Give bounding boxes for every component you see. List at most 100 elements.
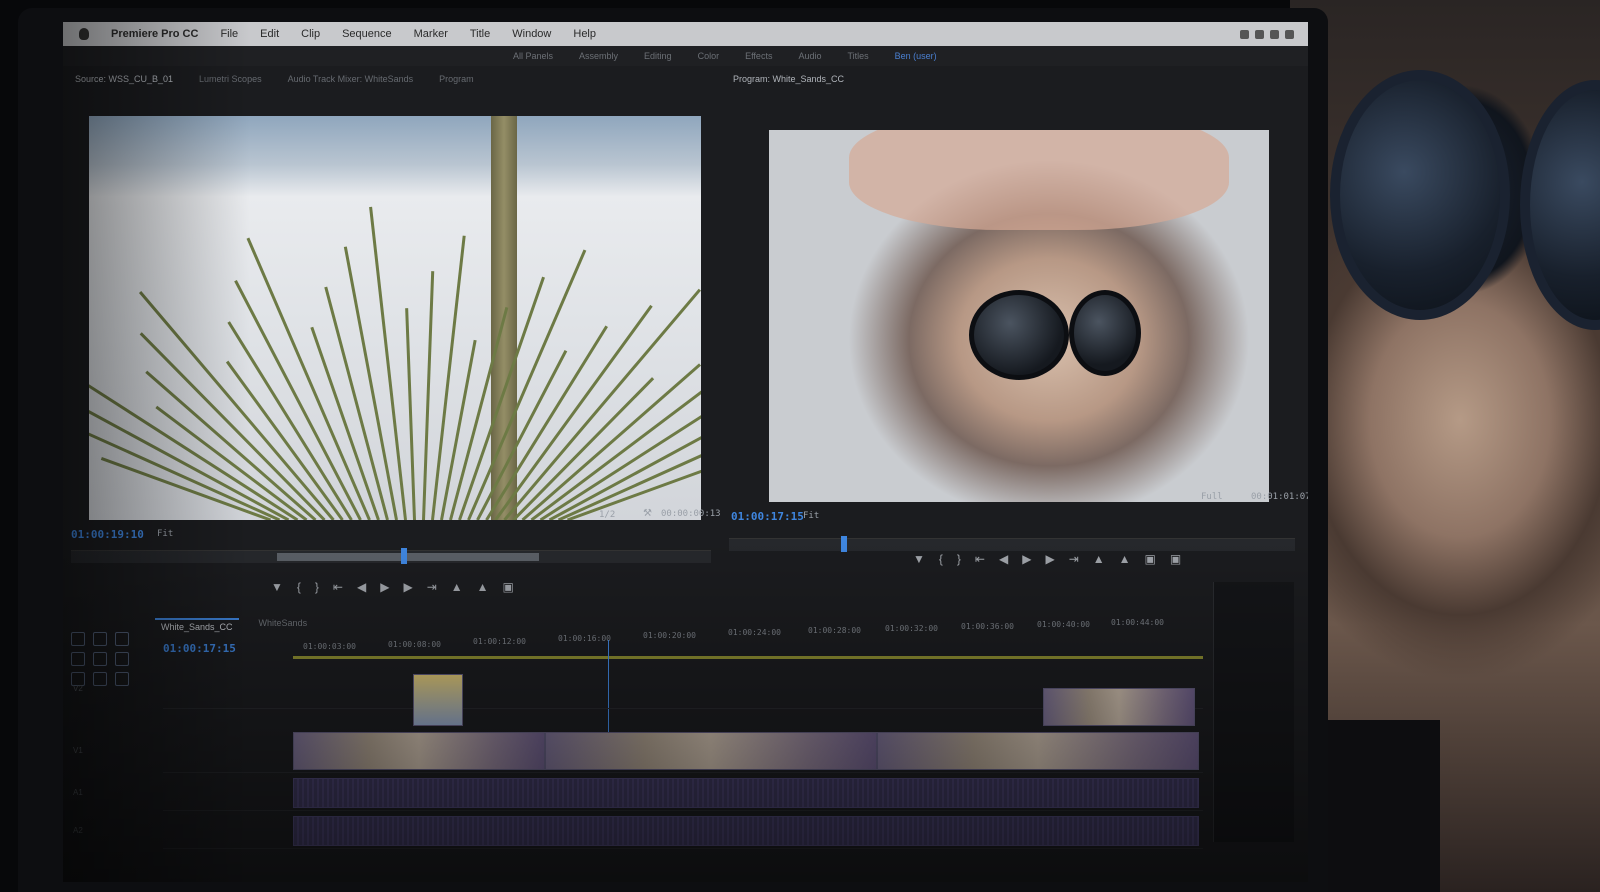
- overwrite-icon[interactable]: ▲: [477, 580, 489, 594]
- program-monitor-video[interactable]: [769, 130, 1269, 502]
- track-a2: A2: [73, 814, 1203, 849]
- program-timecode[interactable]: 01:00:17:15: [731, 510, 804, 523]
- source-playhead[interactable]: [401, 548, 407, 564]
- plant-leaf: [227, 321, 353, 520]
- menu-help[interactable]: Help: [573, 28, 596, 40]
- search-icon[interactable]: [1285, 29, 1294, 39]
- monitor-stand: [1320, 720, 1440, 892]
- tab-program[interactable]: Program: White_Sands_CC: [733, 74, 844, 84]
- timeline-clip[interactable]: [545, 732, 877, 770]
- hand-shape: [849, 130, 1229, 230]
- mark-in-icon[interactable]: {: [297, 580, 301, 594]
- menu-sequence[interactable]: Sequence: [342, 28, 392, 40]
- volume-icon[interactable]: [1270, 29, 1279, 39]
- workspace-audio[interactable]: Audio: [798, 51, 821, 61]
- track-label: V1: [73, 745, 83, 755]
- razor-tool-icon[interactable]: [71, 652, 85, 666]
- apple-icon[interactable]: [79, 28, 89, 40]
- step-back-icon[interactable]: ◀: [999, 552, 1008, 566]
- compare-icon[interactable]: ▣: [1170, 552, 1181, 566]
- extract-icon[interactable]: ▲: [1119, 552, 1131, 566]
- mark-in-icon[interactable]: {: [939, 552, 943, 566]
- workspace-assembly[interactable]: Assembly: [579, 51, 618, 61]
- sunglasses-lens: [1520, 80, 1600, 330]
- work-area-bar[interactable]: [293, 656, 1203, 659]
- tab-sequence-white-sands-cc[interactable]: White_Sands_CC: [155, 618, 239, 634]
- source-scrubber[interactable]: [71, 548, 711, 564]
- tab-audio-mixer[interactable]: Audio Track Mixer: WhiteSands: [288, 74, 414, 84]
- track-select-tool-icon[interactable]: [93, 632, 107, 646]
- step-back-icon[interactable]: ◀: [357, 580, 366, 594]
- screen: Premiere Pro CC File Edit Clip Sequence …: [63, 22, 1308, 882]
- insert-icon[interactable]: ▲: [451, 580, 463, 594]
- audio-clip[interactable]: [293, 816, 1199, 846]
- program-playhead[interactable]: [841, 536, 847, 552]
- timeline-clip[interactable]: [413, 674, 463, 726]
- workspace-all-panels[interactable]: All Panels: [513, 51, 553, 61]
- source-timecode[interactable]: 01:00:19:10: [71, 528, 144, 541]
- timeline-timecode[interactable]: 01:00:17:15: [163, 642, 236, 655]
- go-to-out-icon[interactable]: ⇥: [1069, 552, 1079, 566]
- menu-window[interactable]: Window: [512, 28, 551, 40]
- app-name[interactable]: Premiere Pro CC: [111, 28, 198, 40]
- go-to-out-icon[interactable]: ⇥: [427, 580, 437, 594]
- workspace-user[interactable]: Ben (user): [895, 51, 937, 61]
- export-frame-icon[interactable]: ▣: [1145, 552, 1156, 566]
- plant-leaf: [138, 291, 335, 520]
- battery-icon[interactable]: [1255, 29, 1264, 39]
- mark-out-icon[interactable]: }: [957, 552, 961, 566]
- step-forward-icon[interactable]: ▶: [403, 580, 412, 594]
- tab-lumetri-scopes[interactable]: Lumetri Scopes: [199, 74, 262, 84]
- source-transport: ▼ { } ⇤ ◀ ▶ ▶ ⇥ ▲ ▲ ▣: [271, 580, 514, 594]
- ripple-edit-tool-icon[interactable]: [115, 632, 129, 646]
- tab-program-mini[interactable]: Program: [439, 74, 474, 84]
- track-v1: V1: [73, 730, 1203, 773]
- go-to-in-icon[interactable]: ⇤: [333, 580, 343, 594]
- pen-tool-icon[interactable]: [115, 652, 129, 666]
- program-zoom-dropdown[interactable]: Full: [1201, 492, 1223, 502]
- source-fit-dropdown[interactable]: Fit: [157, 529, 173, 539]
- timeline-clip[interactable]: [1043, 688, 1195, 726]
- program-fit-dropdown[interactable]: Fit: [803, 511, 819, 521]
- wrench-icon[interactable]: ⚒: [643, 508, 652, 519]
- program-scrubber[interactable]: [729, 536, 1295, 552]
- go-to-in-icon[interactable]: ⇤: [975, 552, 985, 566]
- workspace-color[interactable]: Color: [698, 51, 720, 61]
- lift-icon[interactable]: ▲: [1093, 552, 1105, 566]
- source-duration: 00:00:00:13: [661, 509, 721, 519]
- menu-edit[interactable]: Edit: [260, 28, 279, 40]
- audio-meters: [1213, 582, 1294, 842]
- mark-out-icon[interactable]: }: [315, 580, 319, 594]
- ruler-label: 01:00:20:00: [643, 631, 696, 640]
- add-marker-icon[interactable]: ▼: [271, 580, 283, 594]
- workspace-titles[interactable]: Titles: [847, 51, 868, 61]
- plant-leaf: [503, 288, 701, 520]
- sequence-tabs: White_Sands_CC WhiteSands: [155, 618, 307, 634]
- step-forward-icon[interactable]: ▶: [1045, 552, 1054, 566]
- menu-title[interactable]: Title: [470, 28, 490, 40]
- source-monitor-video[interactable]: [89, 116, 701, 520]
- export-frame-icon[interactable]: ▣: [503, 580, 514, 594]
- workspace-editing[interactable]: Editing: [644, 51, 672, 61]
- menu-file[interactable]: File: [220, 28, 238, 40]
- menu-clip[interactable]: Clip: [301, 28, 320, 40]
- timeline-tracks: V2 V1 A1 A2: [73, 668, 1203, 868]
- timeline-ruler[interactable]: 01:00:03:00 01:00:08:00 01:00:12:00 01:0…: [293, 618, 1203, 651]
- source-zoom-dropdown[interactable]: 1/2: [599, 510, 615, 520]
- tab-source[interactable]: Source: WSS_CU_B_01: [75, 74, 173, 84]
- audio-clip[interactable]: [293, 778, 1199, 808]
- wifi-icon[interactable]: [1240, 29, 1249, 39]
- timeline-clip[interactable]: [293, 732, 545, 770]
- plant-leaf: [89, 397, 290, 520]
- ruler-label: 01:00:24:00: [728, 628, 781, 637]
- slip-tool-icon[interactable]: [93, 652, 107, 666]
- workspace-effects[interactable]: Effects: [745, 51, 772, 61]
- menu-marker[interactable]: Marker: [414, 28, 448, 40]
- plant-leaf: [324, 286, 389, 520]
- play-icon[interactable]: ▶: [1022, 552, 1031, 566]
- menu-bar: Premiere Pro CC File Edit Clip Sequence …: [63, 22, 1308, 46]
- timeline-clip[interactable]: [877, 732, 1199, 770]
- add-marker-icon[interactable]: ▼: [913, 552, 925, 566]
- play-icon[interactable]: ▶: [380, 580, 389, 594]
- selection-tool-icon[interactable]: [71, 632, 85, 646]
